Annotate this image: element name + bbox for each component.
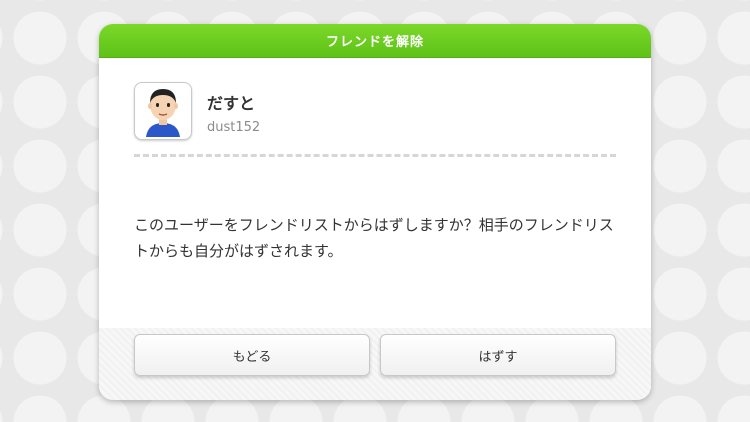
back-button[interactable]: もどる [134,334,370,376]
remove-friend-button[interactable]: はずす [380,334,616,376]
user-id: dust152 [207,120,261,135]
user-info: だすと dust152 [207,90,260,135]
user-name: だすと [207,94,256,113]
user-profile: だすと dust152 [134,82,260,140]
confirmation-message: このユーザーをフレンドリストからはずしますか？相手のフレンドリストからも自分がは… [134,216,614,260]
unfriend-dialog: フレンドを解除 だすと dust152 このユーザーをフレンドリストからはずしま… [99,24,651,400]
back-button-label: もどる [232,349,272,365]
mii-avatar [134,82,192,140]
remove-button-label: はずす [478,349,518,365]
dialog-header: フレンドを解除 [99,24,651,58]
dashed-divider [134,154,616,157]
mii-face-icon [146,89,180,137]
dialog-title: フレンドを解除 [325,35,424,50]
